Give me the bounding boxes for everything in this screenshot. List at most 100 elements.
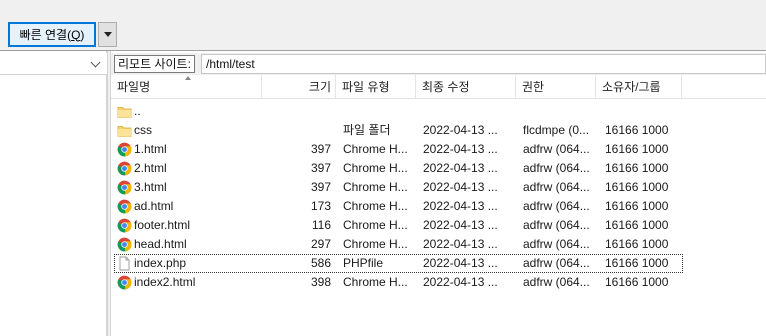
file-size: 398 [310,275,331,289]
table-row[interactable]: ad.html 173 Chrome H... 2022-04-13 ... adfrw… [111,197,766,216]
file-modified: 2022-04-13 ... [423,180,498,194]
file-modified [423,102,511,121]
table-row[interactable]: .. [111,102,766,121]
file-modified: 2022-04-13 ... [423,237,498,251]
file-icon [117,256,132,271]
file-owner: 16166 1000 [605,180,669,194]
chevron-down-icon[interactable] [90,57,101,68]
file-size: 173 [310,199,331,213]
chrome-icon [117,237,132,252]
chevron-down-icon [103,32,112,37]
sort-ascending-icon [185,76,191,80]
file-name: .. [134,104,141,118]
chrome-icon [117,218,132,233]
file-type: PHPfile [343,256,384,270]
chrome-icon [117,161,132,176]
file-name: 1.html [134,142,167,156]
file-permissions: adfrw (064... [523,237,590,251]
file-size: 397 [310,142,331,156]
file-size: 397 [310,180,331,194]
file-owner: 16166 1000 [605,275,669,289]
table-row[interactable]: 2.html 397 Chrome H... 2022-04-13 ... adfrw … [111,159,766,178]
file-modified: 2022-04-13 ... [423,199,498,213]
local-pane[interactable] [0,51,107,336]
file-owner: 16166 1000 [605,218,669,232]
file-modified: 2022-04-13 ... [423,256,498,270]
file-type: Chrome H... [343,199,408,213]
file-name: index.php [134,256,187,270]
file-type: Chrome H... [343,180,408,194]
file-name: index2.html [134,275,196,289]
file-modified: 2022-04-13 ... [423,218,498,232]
column-header-type[interactable]: 파일 유형 [336,75,416,99]
quick-connect-dropdown-button[interactable] [98,22,117,47]
table-row[interactable]: 1.html 397 Chrome H... 2022-04-13 ... adfrw … [111,140,766,159]
file-name: footer.html [134,218,191,232]
chrome-icon [117,199,132,214]
table-row[interactable]: index2.html 398 Chrome H... 2022-04-13 ... a… [111,273,766,292]
local-path-combo[interactable] [0,53,107,75]
file-type: Chrome H... [343,275,408,289]
file-owner: 16166 1000 [605,123,669,137]
file-permissions: adfrw (064... [523,180,590,194]
file-permissions: adfrw (064... [523,275,590,289]
table-row[interactable]: 3.html 397 Chrome H... 2022-04-13 ... adfrw … [111,178,766,197]
file-owner: 16166 1000 [605,199,669,213]
file-type: Chrome H... [343,161,408,175]
file-size: 297 [310,237,331,251]
file-type: Chrome H... [343,237,408,251]
file-owner [605,102,695,121]
table-row[interactable]: footer.html 116 Chrome H... 2022-04-13 ... a… [111,216,766,235]
folder-icon [117,123,132,138]
quick-connect-mnemonic: Q [71,27,81,42]
quick-connect-label: 빠른 연결( [19,28,72,42]
file-owner: 16166 1000 [605,237,669,251]
remote-site-bar: 리모트 사이트: /html/test [111,53,766,75]
file-modified: 2022-04-13 ... [423,123,498,137]
file-permissions: adfrw (064... [523,142,590,156]
remote-site-label: 리모트 사이트: [114,55,195,73]
file-type [343,102,417,121]
file-size: 586 [310,256,331,270]
table-row[interactable]: index.php 586 PHPfile 2022-04-13 ... adfrw (… [114,254,683,273]
file-size [261,102,331,121]
remote-file-list[interactable]: 파일명 크기 파일 유형 최종 수정 권한 소유자/그룹 .. css 파일 폴더 2… [111,75,766,336]
file-permissions: adfrw (064... [523,218,590,232]
file-owner: 16166 1000 [605,142,669,156]
file-modified: 2022-04-13 ... [423,161,498,175]
file-type: Chrome H... [343,142,408,156]
file-permissions: adfrw (064... [523,161,590,175]
file-permissions [523,102,603,121]
file-size [261,121,331,140]
file-type: 파일 폴더 [343,123,391,137]
toolbar-divider [0,50,766,51]
quick-connect-button[interactable]: 빠른 연결(Q) [8,22,96,47]
file-permissions: adfrw (064... [523,199,590,213]
file-name: head.html [134,237,187,251]
table-row[interactable]: css 파일 폴더 2022-04-13 ... flcdmpe (0... 16166… [111,121,766,140]
file-permissions: adfrw (064... [523,256,590,270]
file-name: 3.html [134,180,167,194]
column-header-name[interactable]: 파일명 [111,75,262,99]
column-header-modified[interactable]: 최종 수정 [416,75,516,99]
file-permissions: flcdmpe (0... [523,123,590,137]
folder-icon [117,104,132,119]
file-owner: 16166 1000 [605,161,669,175]
column-header-owner[interactable]: 소유자/그룹 [596,75,682,99]
table-row[interactable]: head.html 297 Chrome H... 2022-04-13 ... adf… [111,235,766,254]
chrome-icon [117,180,132,195]
column-header-name-label: 파일명 [117,80,151,94]
quick-connect-suffix: ) [80,27,85,42]
remote-path-input[interactable]: /html/test [201,54,766,74]
file-size: 116 [311,218,331,232]
file-size: 397 [310,161,331,175]
file-list-header: 파일명 크기 파일 유형 최종 수정 권한 소유자/그룹 [111,75,766,99]
column-header-size[interactable]: 크기 [262,75,336,99]
file-modified: 2022-04-13 ... [423,142,498,156]
column-header-permissions[interactable]: 권한 [516,75,596,99]
file-name: 2.html [134,161,167,175]
chrome-icon [117,275,132,290]
chrome-icon [117,142,132,157]
file-owner: 16166 1000 [605,256,669,270]
toolbar: 빠른 연결(Q) [0,0,766,51]
